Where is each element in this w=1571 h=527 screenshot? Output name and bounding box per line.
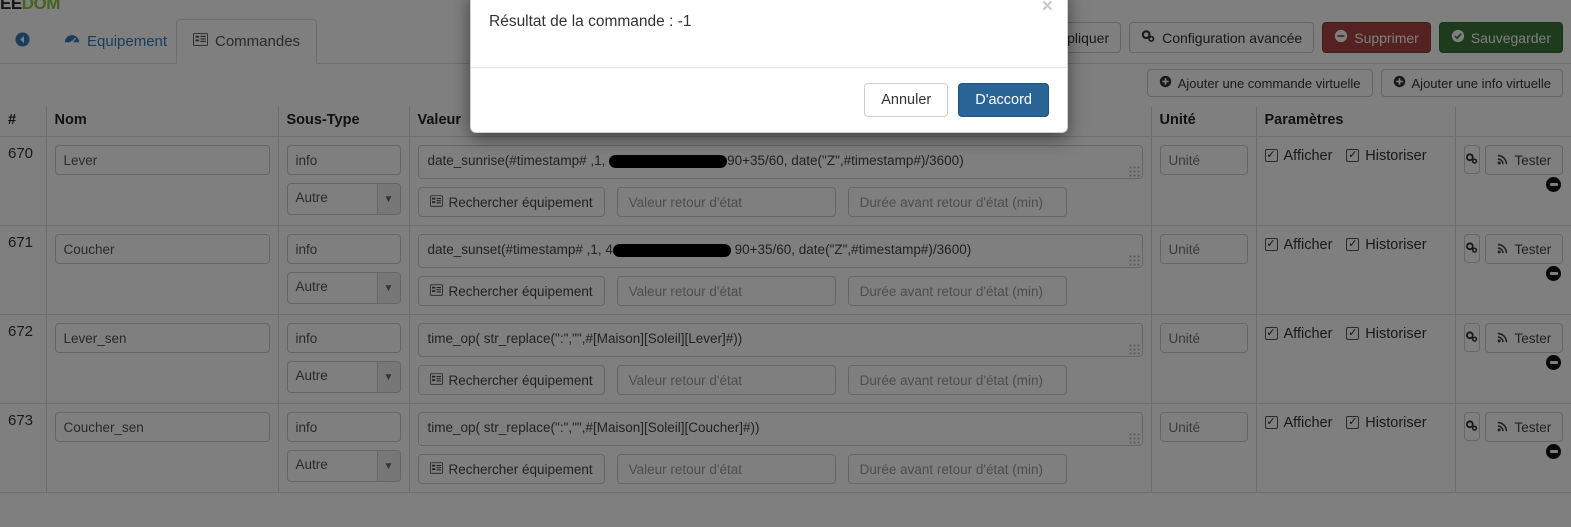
modal-title: Résultat de la commande : -1 bbox=[489, 13, 692, 30]
command-result-modal: × Résultat de la commande : -1 Annuler D… bbox=[470, 0, 1068, 133]
close-icon[interactable]: × bbox=[1042, 0, 1053, 16]
modal-header: × Résultat de la commande : -1 bbox=[471, 0, 1067, 49]
modal-body bbox=[471, 49, 1067, 67]
modal-footer: Annuler D'accord bbox=[471, 67, 1067, 132]
cancel-button[interactable]: Annuler bbox=[864, 83, 949, 117]
confirm-button[interactable]: D'accord bbox=[958, 83, 1049, 117]
